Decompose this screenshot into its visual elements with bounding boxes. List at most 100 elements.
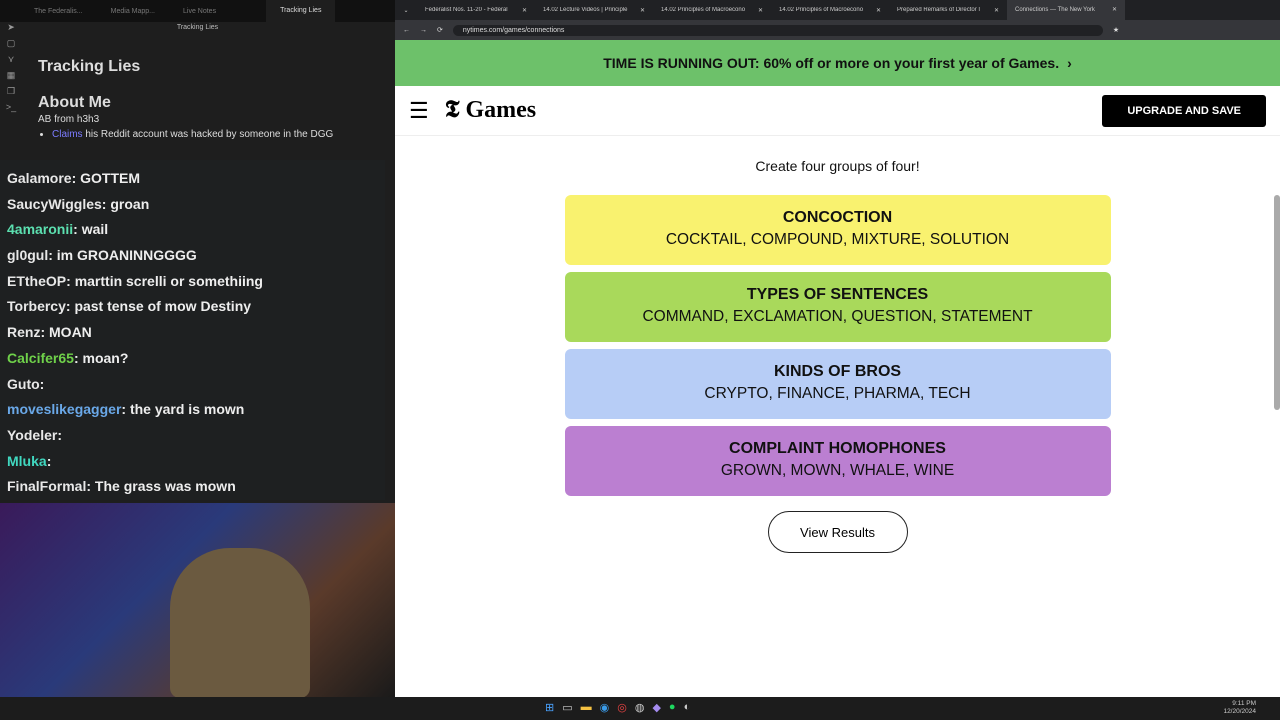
spotify-icon[interactable]: ● <box>669 701 676 714</box>
chevron-right-icon: › <box>1067 55 1072 71</box>
close-tab-icon[interactable]: ✕ <box>522 7 527 14</box>
promo-banner[interactable]: TIME IS RUNNING OUT: 60% off or more on … <box>395 40 1280 86</box>
chat-text: The grass was mown <box>94 478 236 495</box>
chat-username[interactable]: Yodeler <box>7 427 57 443</box>
clock[interactable]: 9:11 PM 12/20/2024 <box>1223 700 1256 716</box>
chat-username[interactable]: Guto <box>7 376 40 392</box>
browser-tab[interactable]: 14.02 Lecture Videos | Principle ✕ <box>535 7 653 14</box>
group-name: KINDS OF BROS <box>773 363 902 380</box>
chat-message: SaucyWiggles: groan <box>7 195 150 212</box>
group-name: TYPES OF SENTENCES <box>746 286 929 303</box>
nyt-header: ☰ 𝕿 Games UPGRADE AND SAVE <box>395 86 1280 136</box>
hamburger-menu-icon[interactable]: ☰ <box>409 98 429 124</box>
start-icon[interactable]: ⊞ <box>545 701 554 714</box>
note-subtitle: AB from h3h3 <box>38 114 100 125</box>
address-bar-row: ← → ⟳ nytimes.com/games/connections ★ <box>395 20 1280 40</box>
chat-username[interactable]: Renz <box>7 324 40 340</box>
chat-text: moan? <box>82 349 129 366</box>
chat-text: wail <box>81 221 109 238</box>
solved-group: CONCOCTION COCKTAIL, COMPOUND, MIXTURE, S… <box>564 195 1111 265</box>
graph-icon[interactable]: ⋎ <box>0 54 22 70</box>
chat-message: Renz: MOAN <box>7 324 92 341</box>
obsidian-tab[interactable]: Live Notes <box>169 8 230 15</box>
chat-username[interactable]: Mluka <box>7 453 47 469</box>
chat-overlay: Galamore: GOTTEM SaucyWiggles: groan 4amar… <box>0 160 385 500</box>
webcam-feed <box>0 503 395 697</box>
steam-icon[interactable]: ◐ <box>684 701 691 714</box>
chat-message: FinalFormal: The grass was mown <box>7 478 236 495</box>
solved-group: KINDS OF BROS CRYPTO, FINANCE, PHARMA, TE… <box>564 349 1111 419</box>
nyt-games-logo[interactable]: 𝕿 Games <box>445 97 536 124</box>
browser-window: ⌄ Federalist Nos. 11-20 - Federal ✕ 14.02 … <box>395 0 1280 697</box>
chat-username[interactable]: moveslikegagger <box>7 401 121 417</box>
close-tab-icon[interactable]: ✕ <box>758 7 763 14</box>
url-input[interactable]: nytimes.com/games/connections <box>452 24 1103 36</box>
view-title: Tracking Lies <box>176 24 219 31</box>
solved-group: COMPLAINT HOMOPHONES GROWN, MOWN, WHALE, … <box>564 426 1111 496</box>
note-heading: About Me <box>38 94 111 111</box>
chat-username[interactable]: SaucyWiggles <box>7 196 102 212</box>
close-tab-icon[interactable]: ✕ <box>640 7 645 14</box>
chat-username[interactable]: Galamore <box>7 170 72 186</box>
obs-icon[interactable]: ◍ <box>635 701 645 714</box>
close-tab-icon[interactable]: ✕ <box>994 7 999 14</box>
browser-tab[interactable]: Connections — The New York ✕ <box>1007 0 1125 20</box>
group-name: CONCOCTION <box>782 209 893 226</box>
tab-search-icon[interactable]: ⌄ <box>395 7 417 14</box>
chrome-icon[interactable]: ◎ <box>617 701 627 714</box>
close-tab-icon[interactable]: ✕ <box>876 7 881 14</box>
group-words: GROWN, MOWN, WHALE, WINE <box>720 462 955 479</box>
group-words: CRYPTO, FINANCE, PHARMA, TECH <box>704 385 971 402</box>
browser-tab[interactable]: 14.02 Principles of Macroecono ✕ <box>771 7 889 14</box>
chat-username[interactable]: Torbercy <box>7 298 66 314</box>
note-content: Tracking Lies About Me AB from h3h3 Clai… <box>38 58 333 140</box>
obsidian-icon[interactable]: ◆ <box>652 701 660 714</box>
chat-message: Torbercy: past tense of mow Destiny <box>7 298 252 315</box>
group-words: COMMAND, EXCLAMATION, QUESTION, STATEMEN… <box>642 308 1033 325</box>
terminal-icon[interactable]: >_ <box>0 102 22 118</box>
claims-link[interactable]: Claims <box>52 129 83 140</box>
close-tab-icon[interactable]: ✕ <box>1112 0 1117 20</box>
chat-message: gl0gul: im GROANINNGGGG <box>7 247 197 264</box>
solved-groups: CONCOCTION COCKTAIL, COMPOUND, MIXTURE, S… <box>395 195 1280 496</box>
chat-message: Mluka: <box>7 452 52 469</box>
streamer <box>170 548 310 697</box>
solved-group: TYPES OF SENTENCES COMMAND, EXCLAMATION, … <box>564 272 1111 342</box>
chat-username[interactable]: FinalFormal <box>7 478 86 494</box>
obsidian-tab-active[interactable]: Tracking Lies <box>266 0 336 22</box>
chat-message: Yodeler: <box>7 426 62 443</box>
file-icon[interactable]: ▢ <box>0 38 22 54</box>
chat-username[interactable]: gl0gul <box>7 247 48 263</box>
edge-icon[interactable]: ◉ <box>600 701 610 714</box>
view-results-button[interactable]: View Results <box>767 511 908 553</box>
back-icon[interactable]: ← <box>403 27 410 34</box>
upgrade-button[interactable]: UPGRADE AND SAVE <box>1102 94 1266 127</box>
reload-icon[interactable]: ⟳ <box>437 26 443 34</box>
scrollbar[interactable] <box>1274 195 1280 410</box>
chat-text: MOAN <box>49 324 92 341</box>
obsidian-tab[interactable]: Media Mapp... <box>97 8 169 15</box>
browser-tab[interactable]: 14.02 Principles of Macroecono ✕ <box>653 7 771 14</box>
chat-username[interactable]: 4amaronii <box>7 221 73 237</box>
explorer-icon[interactable]: ▬ <box>581 701 592 714</box>
chat-text: past tense of mow Destiny <box>74 298 252 315</box>
bookmark-star-icon[interactable]: ★ <box>1113 26 1119 34</box>
browser-tab[interactable]: Federalist Nos. 11-20 - Federal ✕ <box>417 7 535 14</box>
task-view-icon[interactable]: ▭ <box>562 701 572 714</box>
copy-icon[interactable]: ❐ <box>0 86 22 102</box>
chat-username[interactable]: ETtheOP <box>7 273 66 289</box>
browser-tab[interactable]: Prepared Remarks of Director I ✕ <box>889 7 1007 14</box>
obsidian-ribbon: ➤ ▢ ⋎ ▦ ❐ >_ <box>0 22 22 162</box>
chat-username[interactable]: Calcifer65 <box>7 350 74 366</box>
chat-message: ETtheOP: marttin screlli or somethiing <box>7 272 263 289</box>
obsidian-tab[interactable]: The Federalis... <box>0 8 97 15</box>
taskbar-apps: ⊞ ▭ ▬ ◉ ◎ ◍ ◆ ● ◐ <box>545 701 690 714</box>
chat-message: Guto: <box>7 375 45 392</box>
chat-message: 4amaronii: wail <box>7 221 109 238</box>
chat-text: GOTTEM <box>80 170 141 186</box>
canvas-icon[interactable]: ▦ <box>0 70 22 86</box>
forward-icon[interactable]: → <box>420 27 427 34</box>
note-title: Tracking Lies <box>38 58 141 75</box>
chat-text: groan <box>110 195 150 212</box>
chat-text: the yard is mown <box>129 401 245 418</box>
